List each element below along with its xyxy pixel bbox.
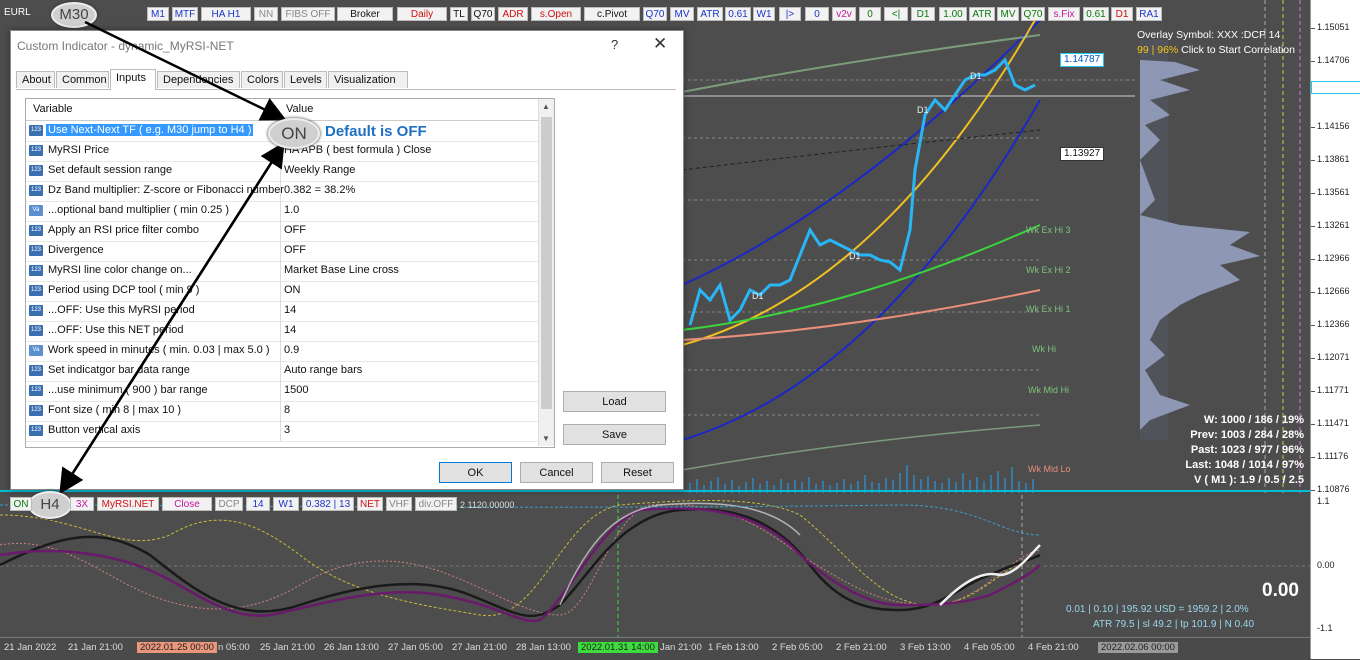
price-tick (1311, 391, 1315, 392)
price-tick (1311, 259, 1315, 260)
price-tick (1311, 292, 1315, 293)
price-tick-label: 1.13861 (1317, 154, 1350, 164)
time-tick-label: 26 Jan 13:00 (324, 642, 379, 653)
time-tick-label: 27 Jan 21:00 (452, 642, 507, 653)
subchart-button-w1[interactable]: W1 (273, 497, 299, 511)
price-tick-label: 1.10876 (1317, 484, 1350, 494)
time-tick-label: 28 Jan 13:00 (516, 642, 571, 653)
price-tick-label: 1.12366 (1317, 319, 1350, 329)
time-tick-label: 1 Feb 13:00 (708, 642, 759, 653)
subchart-tick-label: 0.00 (1317, 560, 1335, 570)
subchart-button-dcp[interactable]: DCP (215, 497, 243, 511)
subchart-button-myrsi-net[interactable]: MyRSI.NET (97, 497, 159, 511)
atr-sl-tp-info: ATR 79.5 | sl 49.2 | tp 101.9 | N 0.40 (1093, 619, 1255, 630)
price-tick (1311, 457, 1315, 458)
time-tick-label: n 05:00 (218, 642, 250, 653)
subchart-button-close[interactable]: Close (162, 497, 212, 511)
subchart-button-0-382-13[interactable]: 0.382 | 13 (302, 497, 354, 511)
timeframe-bubble-h4[interactable]: H4 (28, 491, 72, 519)
position-size-info: 0.01 | 0.10 | 195.92 USD = 1959.2 | 2.0% (1066, 604, 1249, 615)
price-tick-label: 1.11471 (1317, 418, 1349, 428)
price-tick (1311, 61, 1315, 62)
subchart-tick-label: 1.1 (1317, 496, 1330, 506)
price-tick (1311, 325, 1315, 326)
default-off-note: Default is OFF (325, 123, 427, 140)
price-tick-label: 1.13261 (1317, 220, 1350, 230)
subchart-button-div-off[interactable]: div.OFF (415, 497, 457, 511)
time-tick-label: 2 Feb 21:00 (836, 642, 887, 653)
price-tick (1311, 28, 1315, 29)
time-tick-label: 4 Feb 21:00 (1028, 642, 1079, 653)
tab-inputs[interactable]: Inputs (110, 69, 156, 90)
time-marker-label: 2022.01.31 14:00 (578, 642, 658, 653)
subchart-big-value: 0.00 (1262, 580, 1299, 601)
price-tick (1311, 424, 1315, 425)
current-price-box (1311, 81, 1360, 94)
price-tick-label: 1.12966 (1317, 253, 1350, 263)
time-tick-label: 21 Jan 2022 (4, 642, 57, 653)
price-tick-label: 1.12666 (1317, 286, 1350, 296)
subchart-button-14[interactable]: 14 (246, 497, 270, 511)
time-tick-label: 21 Jan 21:00 (68, 642, 123, 653)
myrsi-subchart[interactable]: H4 ON 3X MyRSI.NET Close DCP 14 W1 0.382 | 13 NE… (0, 491, 1310, 637)
subchart-button-on[interactable]: ON (10, 497, 32, 511)
subchart-canvas (0, 495, 1310, 637)
price-tick (1311, 193, 1315, 194)
price-tick-label: 1.12071 (1317, 352, 1350, 362)
time-marker-label: 2022.01.25 00:00 (137, 642, 217, 653)
subchart-value: 2 1120.00000 (460, 500, 515, 510)
time-tick-label: 4 Feb 05:00 (964, 642, 1015, 653)
price-tick (1311, 226, 1315, 227)
time-tick-label: 3 Feb 13:00 (900, 642, 951, 653)
price-tick-label: 1.13561 (1317, 187, 1350, 197)
price-tick (1311, 127, 1315, 128)
price-axis[interactable]: 1.150511.147061.145171.141561.138611.135… (1310, 0, 1360, 659)
subchart-button-3x[interactable]: 3X (70, 497, 94, 511)
price-tick-label: 1.14156 (1317, 121, 1350, 131)
price-tick (1311, 358, 1315, 359)
on-annotation-bubble: ON (268, 118, 320, 149)
time-tick-label: Jan 21:00 (660, 642, 702, 653)
price-tick (1311, 160, 1315, 161)
price-tick-label: 1.11771 (1317, 385, 1349, 395)
time-tick-label: 27 Jan 05:00 (388, 642, 443, 653)
time-axis[interactable]: 21 Jan 2022 21 Jan 21:00 2022.01.25 00:00 n… (0, 637, 1310, 660)
price-tick-label: 1.15051 (1317, 22, 1350, 32)
time-marker-label: 2022.02.06 00:00 (1098, 642, 1178, 653)
subchart-button-vhf[interactable]: VHF (386, 497, 412, 511)
time-tick-label: 2 Feb 05:00 (772, 642, 823, 653)
price-tick-label: 1.11176 (1317, 451, 1349, 461)
price-tick (1311, 490, 1315, 491)
subchart-button-net[interactable]: NET (357, 497, 383, 511)
time-tick-label: 25 Jan 21:00 (260, 642, 315, 653)
price-tick-label: 1.14706 (1317, 55, 1350, 65)
subchart-tick-label: -1.1 (1317, 623, 1333, 633)
